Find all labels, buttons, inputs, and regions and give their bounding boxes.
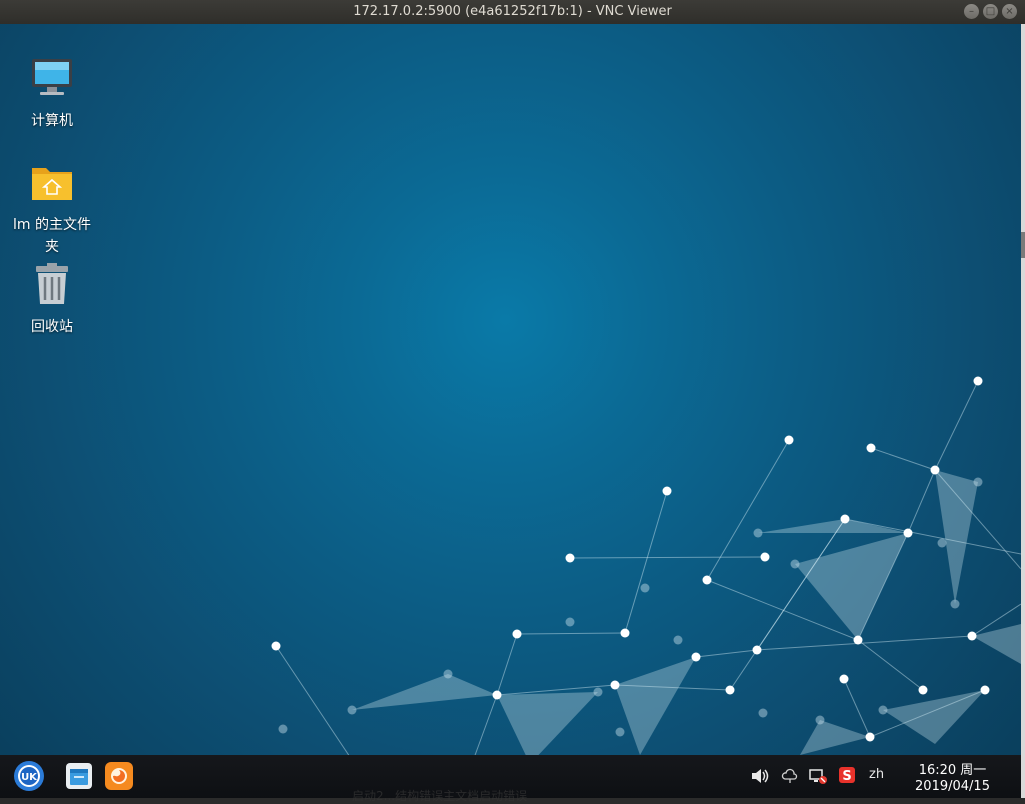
close-button[interactable]: × xyxy=(1002,4,1017,19)
home-folder-icon xyxy=(32,168,72,200)
desktop-icon-computer[interactable]: 计算机 xyxy=(12,54,92,132)
cloud-icon xyxy=(781,768,798,783)
vnc-scrollbar[interactable] xyxy=(1021,24,1025,798)
desktop-icon-label: 计算机 xyxy=(31,113,73,129)
desktop-icon-home-folder[interactable]: lm 的主文件夹 xyxy=(12,158,92,258)
ime-glyph: S xyxy=(842,769,851,784)
clock-time: 16:20 周一 xyxy=(918,763,987,778)
network-button[interactable] xyxy=(808,767,828,789)
desktop-icon-trash[interactable]: 回收站 xyxy=(12,260,92,338)
clock[interactable]: 16:20 周一 2019/04/15 xyxy=(905,763,1000,795)
ukui-start-icon: UK xyxy=(14,761,44,791)
desktop-icon-label: 回收站 xyxy=(31,319,73,335)
vnc-title-bar[interactable]: 172.17.0.2:5900 (e4a61252f17b:1) - VNC V… xyxy=(0,0,1025,24)
trash-icon xyxy=(36,263,68,304)
firefox-icon xyxy=(105,762,133,790)
scrollbar-thumb[interactable] xyxy=(1021,232,1025,258)
cloud-status-button[interactable] xyxy=(781,768,799,788)
desktop-icon-label: lm 的主文件夹 xyxy=(13,217,91,255)
file-manager-icon xyxy=(66,763,92,789)
input-method-button[interactable]: S xyxy=(838,766,856,788)
window-title: 172.17.0.2:5900 (e4a61252f17b:1) - VNC V… xyxy=(353,4,672,19)
network-wallpaper-art xyxy=(271,376,1021,755)
start-menu-button[interactable]: UK xyxy=(13,760,45,792)
sogou-input-icon: S xyxy=(839,767,855,784)
taskbar-file-manager[interactable] xyxy=(63,760,95,792)
start-icon-text: UK xyxy=(21,772,38,783)
computer-icon xyxy=(32,59,72,95)
offscreen-text-bleed: 启动2...结构错误主文档启动错误 xyxy=(352,789,528,803)
desktop-background[interactable]: 计算机 lm 的主文件夹 回收站 xyxy=(0,24,1021,755)
window-controls: – □ × xyxy=(964,4,1017,19)
network-icon xyxy=(809,769,827,784)
clock-date: 2019/04/15 xyxy=(915,779,990,794)
maximize-button[interactable]: □ xyxy=(983,4,998,19)
volume-button[interactable] xyxy=(750,767,770,789)
language-indicator[interactable]: zh xyxy=(869,767,884,782)
minimize-button[interactable]: – xyxy=(964,4,979,19)
speaker-icon xyxy=(752,769,769,783)
taskbar-firefox[interactable] xyxy=(103,760,135,792)
